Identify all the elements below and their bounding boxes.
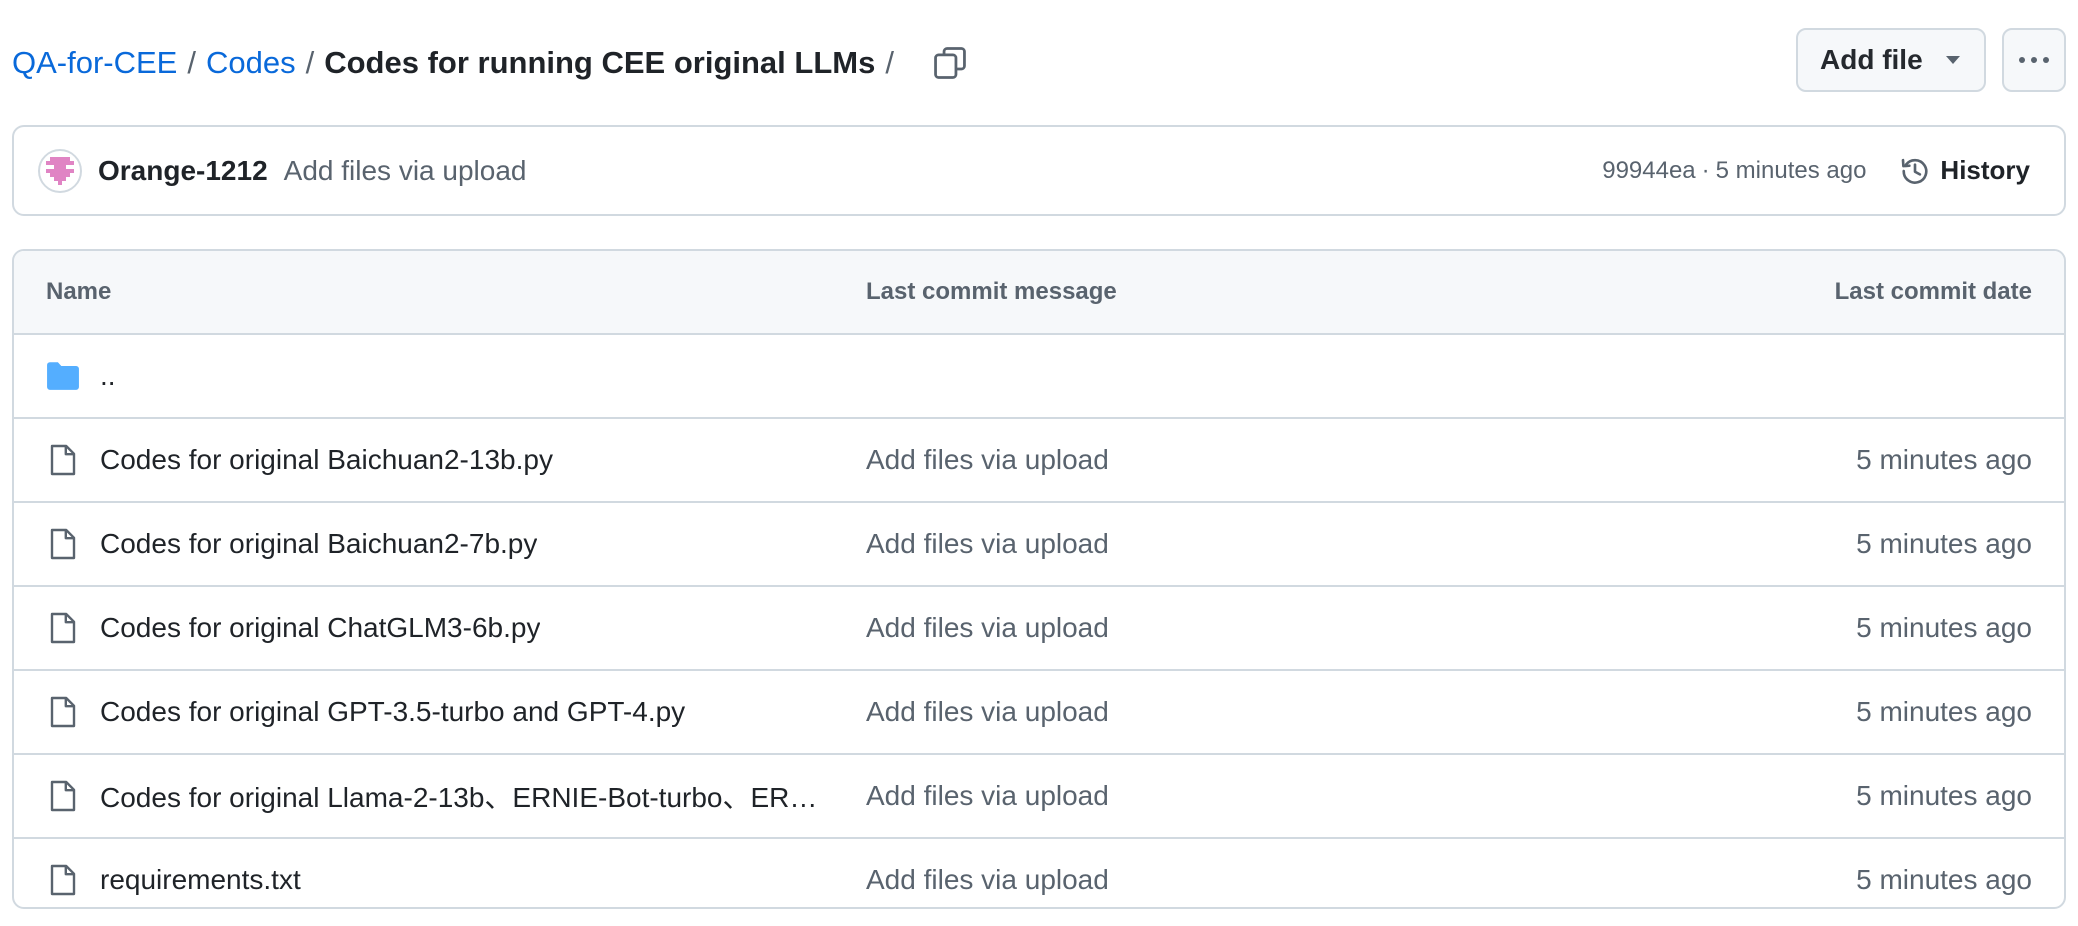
table-row: Codes for original GPT-3.5-turbo and GPT… [14, 671, 2064, 755]
add-file-label: Add file [1820, 44, 1923, 75]
file-name-cell: requirements.txt [46, 863, 826, 897]
file-commit-date: 5 minutes ago [1856, 444, 2032, 475]
parent-directory-cell: .. [46, 359, 826, 393]
commit-meta: 99944ea · 5 minutes ago [1602, 157, 1866, 185]
file-icon [46, 611, 80, 645]
file-name-cell: Codes for original Baichuan2-7b.py [46, 527, 826, 561]
more-options-button[interactable] [2002, 28, 2066, 92]
breadcrumb-current-folder: Codes for running CEE original LLMs [324, 45, 876, 80]
file-name-cell: Codes for original Baichuan2-13b.py [46, 443, 826, 477]
file-commit-date: 5 minutes ago [1856, 780, 2032, 811]
file-commit-message-link[interactable]: Add files via upload [866, 444, 1109, 476]
table-row: Codes for original ChatGLM3-6b.py Add fi… [14, 587, 2064, 671]
file-icon [46, 779, 80, 813]
table-header: Name Last commit message Last commit dat… [14, 251, 2064, 335]
copy-icon [934, 47, 966, 79]
table-row: requirements.txt Add files via upload 5 … [14, 839, 2064, 907]
parent-directory-link[interactable]: .. [100, 360, 116, 392]
file-commit-message-link[interactable]: Add files via upload [866, 696, 1109, 728]
file-icon [46, 695, 80, 729]
file-icon [46, 443, 80, 477]
table-row: Codes for original Llama-2-13b、ERNIE-Bot… [14, 755, 2064, 839]
file-name-link[interactable]: Codes for original Baichuan2-7b.py [100, 528, 537, 560]
table-row: Codes for original Baichuan2-7b.py Add f… [14, 503, 2064, 587]
commit-meta-separator: · [1701, 156, 1710, 184]
file-name-cell: Codes for original ChatGLM3-6b.py [46, 611, 826, 645]
breadcrumb-repo-link[interactable]: QA-for-CEE [12, 45, 177, 81]
triangle-down-icon [1946, 56, 1960, 64]
kebab-horizontal-icon [2019, 57, 2049, 63]
file-name-link[interactable]: Codes for original Baichuan2-13b.py [100, 444, 553, 476]
directory-header: QA-for-CEE / Codes / Codes for running C… [12, 28, 2066, 98]
file-commit-date: 5 minutes ago [1856, 528, 2032, 559]
breadcrumb-folder-link[interactable]: Codes [206, 45, 296, 81]
file-commit-message-link[interactable]: Add files via upload [866, 528, 1109, 560]
file-table: Name Last commit message Last commit dat… [12, 249, 2066, 909]
breadcrumb-separator: / [187, 45, 196, 80]
file-name-link[interactable]: Codes for original Llama-2-13b、ERNIE-Bot… [100, 776, 817, 816]
add-file-button[interactable]: Add file [1796, 28, 1986, 92]
latest-commit-bar: Orange-1212 Add files via upload 99944ea… [12, 125, 2066, 216]
column-header-message: Last commit message [866, 278, 1117, 305]
file-commit-message-link[interactable]: Add files via upload [866, 612, 1109, 644]
file-commit-message-link[interactable]: Add files via upload [866, 780, 1109, 812]
parent-directory-row[interactable]: .. [14, 335, 2064, 419]
file-icon [46, 863, 80, 897]
file-name-link[interactable]: Codes for original GPT-3.5-turbo and GPT… [100, 696, 685, 728]
history-icon [1902, 158, 1928, 184]
commit-message-link[interactable]: Add files via upload [284, 155, 527, 187]
breadcrumb: QA-for-CEE / Codes / Codes for running C… [12, 28, 974, 98]
table-row: Codes for original Baichuan2-13b.py Add … [14, 419, 2064, 503]
file-name-cell: Codes for original Llama-2-13b、ERNIE-Bot… [46, 776, 826, 816]
history-button[interactable]: History [1900, 155, 2030, 186]
folder-icon [46, 359, 80, 393]
commit-author-link[interactable]: Orange-1212 [98, 155, 268, 187]
commit-hash-link[interactable]: 99944ea [1602, 157, 1695, 185]
history-label: History [1940, 155, 2030, 185]
file-name-cell: Codes for original GPT-3.5-turbo and GPT… [46, 695, 826, 729]
identicon-avatar-icon [42, 152, 78, 189]
file-name-link[interactable]: requirements.txt [100, 864, 301, 896]
file-commit-message-link[interactable]: Add files via upload [866, 864, 1109, 896]
repo-directory-page: QA-for-CEE / Codes / Codes for running C… [0, 0, 2078, 926]
column-header-date: Last commit date [1834, 278, 2032, 305]
breadcrumb-separator: / [305, 45, 315, 80]
file-commit-date: 5 minutes ago [1856, 864, 2032, 895]
file-icon [46, 527, 80, 561]
copy-path-button[interactable] [926, 39, 974, 87]
avatar[interactable] [38, 148, 82, 193]
file-commit-date: 5 minutes ago [1856, 612, 2032, 643]
file-name-link[interactable]: Codes for original ChatGLM3-6b.py [100, 612, 540, 644]
column-header-name: Name [46, 278, 112, 305]
header-actions: Add file [1796, 28, 2066, 94]
commit-time: 5 minutes ago [1715, 156, 1867, 184]
file-commit-date: 5 minutes ago [1856, 696, 2032, 727]
breadcrumb-separator: / [885, 45, 894, 80]
